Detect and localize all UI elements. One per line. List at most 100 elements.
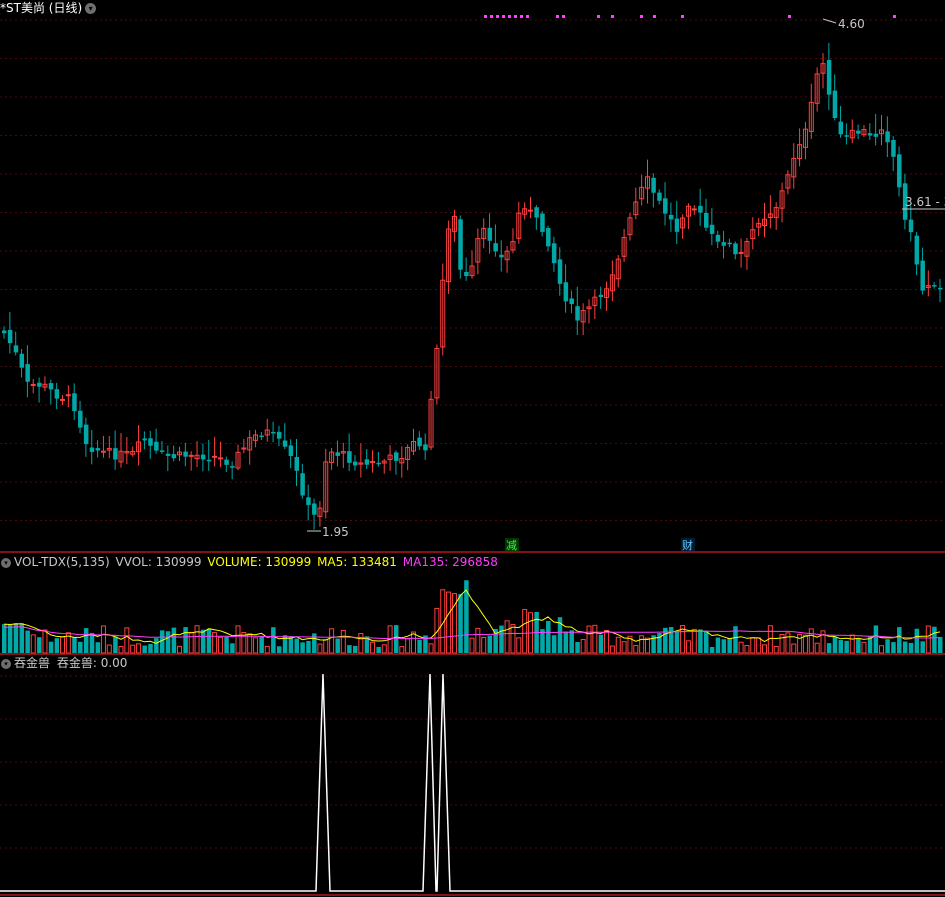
event-marker-reduce-label: 减: [506, 539, 517, 552]
candle-body: [159, 450, 165, 452]
volume-bar: [217, 636, 223, 654]
candle-body: [83, 424, 89, 445]
chevron-down-icon[interactable]: ▾: [85, 3, 97, 14]
signal-dot: [526, 15, 529, 18]
candle-body: [60, 398, 65, 401]
candle-body: [546, 228, 551, 247]
candle-body: [575, 306, 580, 321]
volume-bar: [446, 591, 452, 654]
low-price-label: 1.95: [322, 525, 349, 539]
candle-body: [598, 294, 604, 298]
high-price-label: 4.60: [838, 17, 865, 31]
chevron-down-icon[interactable]: ▾: [1, 658, 11, 669]
candle-body: [13, 345, 19, 353]
volume-bar: [37, 637, 42, 653]
candle-body: [7, 329, 13, 344]
candle-body: [271, 431, 276, 434]
volume-bar: [891, 642, 896, 653]
volume-bar: [802, 634, 808, 654]
volume-bar: [633, 644, 639, 654]
volume-bar: [861, 641, 867, 654]
volume-bar: [569, 630, 574, 653]
candle-body: [200, 454, 206, 460]
volume-bar: [704, 630, 709, 653]
volume-bar: [902, 641, 908, 653]
candle-body: [528, 209, 533, 212]
chart-canvas[interactable]: 4.60 1.95 3.61 - 3 减 财: [0, 0, 945, 897]
candle-body: [306, 497, 311, 505]
candle-body: [657, 192, 662, 201]
volume-bar: [347, 645, 352, 653]
volume-bar: [522, 609, 528, 654]
candle-body: [663, 198, 668, 214]
candle-body: [217, 457, 223, 460]
candle-body: [335, 452, 340, 456]
signal-dot: [514, 15, 517, 18]
volume-bar: [609, 645, 615, 654]
event-marker-finance[interactable]: 财: [681, 538, 695, 552]
candle-body: [171, 454, 177, 459]
candle-body: [89, 447, 95, 452]
candle-body: [230, 466, 235, 468]
candle-body: [165, 453, 171, 456]
candle-body: [938, 287, 943, 290]
candle-body: [651, 177, 656, 193]
volume-bar: [510, 624, 516, 654]
volume-bar: [621, 641, 627, 654]
volume-bar: [276, 646, 282, 653]
volume-bar: [183, 627, 188, 653]
event-marker-reduce[interactable]: 减: [505, 538, 519, 552]
candle-body: [856, 130, 861, 134]
candle-body: [920, 260, 925, 291]
candle-body: [914, 235, 920, 265]
volume-bar: [7, 624, 13, 653]
volume-bars: [2, 580, 943, 654]
volume-bar: [405, 638, 411, 654]
volume-bar: [358, 632, 364, 654]
candle-body: [276, 431, 282, 439]
candle-body: [154, 441, 159, 451]
signal-dot: [788, 15, 791, 18]
candle-body: [148, 438, 153, 446]
signal-dot: [490, 15, 493, 18]
volume-bar: [224, 636, 229, 653]
candle-body: [100, 450, 106, 453]
volume-bar: [504, 620, 510, 654]
candle-body: [493, 243, 498, 252]
top-signal-dots: [484, 15, 896, 18]
volume-bar: [879, 645, 884, 654]
candle-body: [78, 410, 83, 428]
candle-body: [241, 447, 247, 450]
volume-bar: [932, 626, 937, 653]
volume-bar: [925, 625, 931, 654]
volume-bar: [370, 641, 376, 654]
candle-body: [715, 234, 721, 242]
volume-bar: [691, 628, 697, 654]
volume-bar: [48, 641, 54, 653]
volume-bar: [938, 636, 943, 653]
volume-bar: [417, 639, 422, 653]
candle-body: [551, 243, 557, 264]
volume-bar: [756, 637, 762, 654]
volume-bar: [230, 643, 235, 653]
candle-body: [25, 364, 30, 382]
signal-legend: ▾ 吞金兽 吞金兽: 0.00: [1, 656, 127, 670]
volume-bar: [733, 626, 738, 653]
volume-bar: [808, 628, 814, 654]
candle-body: [19, 353, 25, 368]
volume-bar: [323, 639, 329, 654]
volume-bar: [376, 646, 381, 653]
volume-bar: [159, 630, 165, 653]
volume-bar: [264, 645, 270, 654]
candle-body: [832, 90, 838, 118]
volume-bar: [791, 643, 797, 654]
candle-body: [282, 440, 288, 447]
event-marker-finance-label: 财: [682, 538, 693, 552]
volume-bar: [306, 640, 311, 653]
candle-body: [891, 140, 896, 157]
volume-bar: [920, 641, 925, 653]
chevron-down-icon[interactable]: ▾: [1, 557, 11, 568]
volume-bar: [206, 628, 212, 653]
candle-body: [347, 451, 352, 463]
volume-bar: [475, 627, 481, 654]
